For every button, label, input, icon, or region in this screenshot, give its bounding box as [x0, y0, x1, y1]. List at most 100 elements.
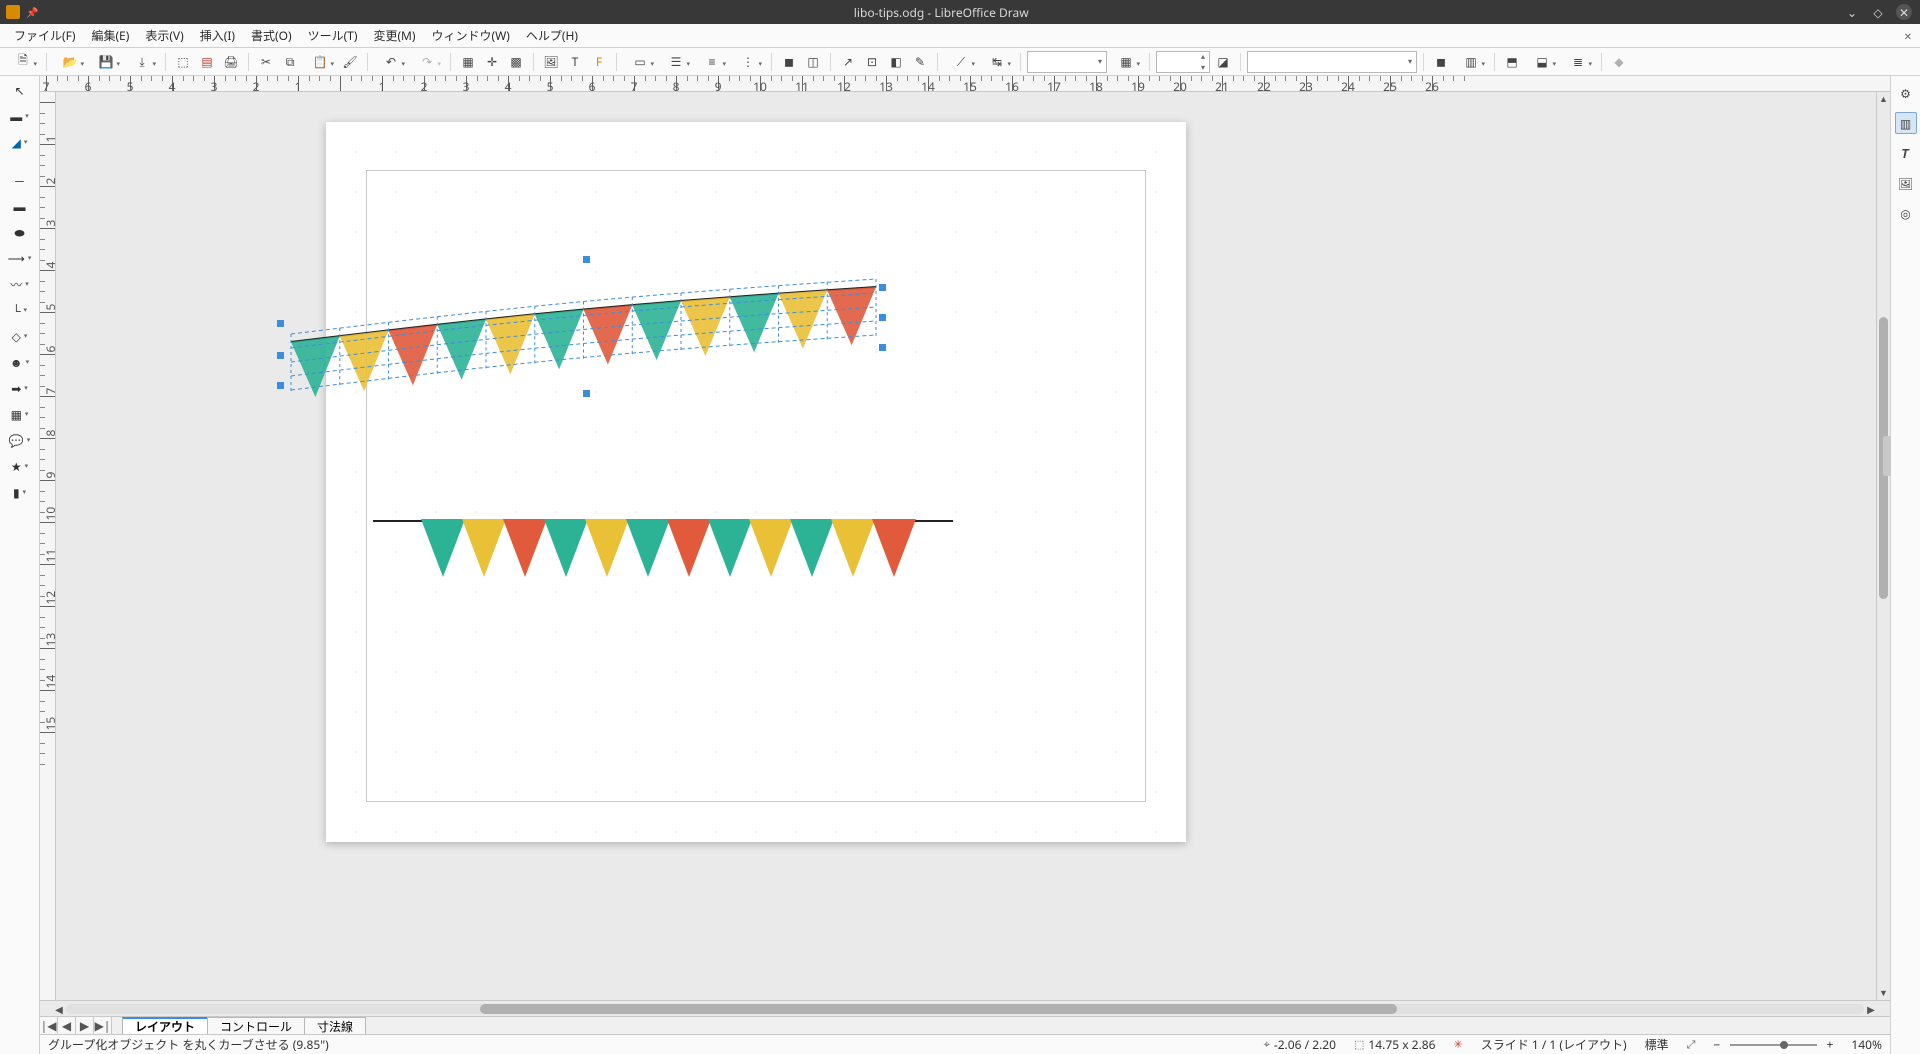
close-document-icon[interactable]: ✕	[1904, 29, 1912, 43]
flowchart-tool[interactable]: ▦	[0, 404, 39, 424]
horizontal-ruler[interactable]: 7654321123456789101112131415161718192021…	[40, 76, 1890, 92]
arrange-front-button[interactable]: ⬒	[1501, 51, 1523, 73]
menu-insert[interactable]: 挿入(I)	[192, 24, 243, 47]
curve-tool[interactable]: 〰	[0, 274, 39, 294]
selection-handle[interactable]	[277, 320, 284, 327]
tab-nav-first[interactable]: |◀	[40, 1017, 58, 1034]
zoom-in-icon[interactable]: +	[1827, 1036, 1834, 1053]
filter-button[interactable]: ▥	[1454, 51, 1488, 73]
minimize-button[interactable]: ⌄	[1844, 4, 1860, 20]
line-width-combo[interactable]: ▴▾	[1156, 51, 1210, 73]
scroll-thumb[interactable]	[480, 1004, 1397, 1014]
selected-flag-group[interactable]	[281, 262, 881, 392]
line-color-button[interactable]: ⟋	[944, 51, 978, 73]
arrow-line-tool[interactable]: ⟶	[0, 248, 39, 268]
tab-nav-next[interactable]: ▶	[76, 1017, 94, 1034]
toggle-points-button[interactable]: ↗	[837, 51, 859, 73]
selection-handle[interactable]	[879, 344, 886, 351]
sidebar-properties-icon[interactable]: ▥	[1895, 112, 1917, 134]
modified-icon[interactable]: ✳	[1454, 1037, 1463, 1052]
fontwork-button[interactable]: F	[588, 51, 610, 73]
crop-button[interactable]: ◫	[802, 51, 824, 73]
scroll-left-arrow[interactable]: ◀	[52, 1002, 66, 1016]
ellipse-tool[interactable]: ⬬	[0, 222, 39, 242]
distribute-button[interactable]: ⋮	[731, 51, 765, 73]
tab-nav-last[interactable]: ▶|	[94, 1017, 112, 1034]
position-button[interactable]: ≣	[1561, 51, 1595, 73]
callouts-tool[interactable]: 💬	[0, 430, 39, 450]
export-pdf-button[interactable]: ▤	[196, 51, 218, 73]
star-shapes-tool[interactable]: ★	[0, 456, 39, 476]
grid-button[interactable]: ▦	[457, 51, 479, 73]
sidebar-collapse-handle[interactable]	[1883, 436, 1891, 476]
scroll-down-arrow[interactable]: ▼	[1877, 986, 1890, 1000]
menu-tools[interactable]: ツール(T)	[300, 24, 366, 47]
menu-view[interactable]: 表示(V)	[137, 24, 191, 47]
line-color-tool[interactable]: ▬	[0, 106, 39, 126]
open-button[interactable]: 📂	[53, 51, 87, 73]
clone-format-button[interactable]: 🖌	[339, 51, 361, 73]
three-d-objects-tool[interactable]: ▮	[0, 482, 39, 502]
symbol-shapes-tool[interactable]: ☻	[0, 352, 39, 372]
scroll-right-arrow[interactable]: ▶	[1864, 1002, 1878, 1016]
redo-button[interactable]: ↷	[410, 51, 444, 73]
sidebar-navigator-icon[interactable]: ◎	[1895, 202, 1917, 224]
selection-handle[interactable]	[277, 352, 284, 359]
status-zoom[interactable]: 140%	[1851, 1036, 1882, 1053]
export-button[interactable]: ⤓	[125, 51, 159, 73]
menu-window[interactable]: ウィンドウ(W)	[424, 24, 518, 47]
line-tool[interactable]: ─	[0, 170, 39, 190]
line-end-button[interactable]: ↹	[980, 51, 1014, 73]
layer-tab-controls[interactable]: コントロール	[207, 1017, 305, 1034]
selection-handle[interactable]	[583, 256, 590, 263]
vertical-scrollbar[interactable]: ▲ ▼	[1876, 92, 1890, 1000]
undo-button[interactable]: ↶	[374, 51, 408, 73]
fill-color-button[interactable]: ◪	[1212, 51, 1234, 73]
shadow-toggle-button[interactable]: ◼	[1430, 51, 1452, 73]
paragraph-style-combo[interactable]: ▾	[1247, 51, 1417, 73]
draw-functions-button[interactable]: ✎	[909, 51, 931, 73]
arrange-order-button[interactable]: ⬓	[1525, 51, 1559, 73]
menu-edit[interactable]: 編集(E)	[83, 24, 137, 47]
rectangle-tool[interactable]: ▬	[0, 196, 39, 216]
line-style-button[interactable]: ▭	[623, 51, 657, 73]
pin-icon[interactable]: 📌	[26, 5, 38, 19]
print-button[interactable]: 🖨	[220, 51, 242, 73]
align-button[interactable]: ☰	[659, 51, 693, 73]
zoom-out-icon[interactable]: −	[1713, 1036, 1720, 1053]
paste-button[interactable]: 📋	[303, 51, 337, 73]
basic-shapes-tool[interactable]: ◇	[0, 326, 39, 346]
block-arrows-tool[interactable]: ➡	[0, 378, 39, 398]
connector-tool[interactable]: └	[0, 300, 39, 320]
sidebar-settings-icon[interactable]: ⚙	[1895, 82, 1917, 104]
menu-format[interactable]: 書式(O)	[243, 24, 300, 47]
selection-handle[interactable]	[879, 314, 886, 321]
three-d-button[interactable]: ◆	[1608, 51, 1630, 73]
line-style-combo[interactable]: ▾	[1027, 51, 1107, 73]
new-document-button[interactable]: 🗎	[6, 51, 40, 73]
horizontal-scrollbar[interactable]: ◀ ▶	[40, 1000, 1890, 1016]
selection-handle[interactable]	[583, 390, 590, 397]
sidebar-gallery-icon[interactable]: 🖼	[1895, 172, 1917, 194]
insert-text-button[interactable]: T	[564, 51, 586, 73]
insert-image-button[interactable]: 🖼	[540, 51, 562, 73]
tab-nav-prev[interactable]: ◀	[58, 1017, 76, 1034]
export-direct-button[interactable]: ⬚	[172, 51, 194, 73]
layer-tab-layout[interactable]: レイアウト	[122, 1017, 208, 1034]
maximize-button[interactable]: ◇	[1870, 4, 1886, 20]
shadow-button[interactable]: ◼	[778, 51, 800, 73]
zoom-fit-icon[interactable]: ⤢	[1687, 1037, 1696, 1052]
menu-modify[interactable]: 変更(M)	[365, 24, 423, 47]
save-button[interactable]: 💾	[89, 51, 123, 73]
menu-help[interactable]: ヘルプ(H)	[518, 24, 586, 47]
extrusion-button[interactable]: ◧	[885, 51, 907, 73]
menu-file[interactable]: ファイル(F)	[6, 24, 83, 47]
gluepoints-button[interactable]: ⊡	[861, 51, 883, 73]
drawing-canvas[interactable]	[56, 92, 1876, 1000]
vertical-ruler[interactable]: 123456789101112131415	[40, 92, 56, 1000]
selection-handle[interactable]	[879, 284, 886, 291]
layer-tab-dimlines[interactable]: 寸法線	[304, 1017, 366, 1034]
select-tool[interactable]: ↖	[0, 80, 39, 100]
snap-guides-button[interactable]: ✛	[481, 51, 503, 73]
scroll-up-arrow[interactable]: ▲	[1877, 92, 1890, 106]
